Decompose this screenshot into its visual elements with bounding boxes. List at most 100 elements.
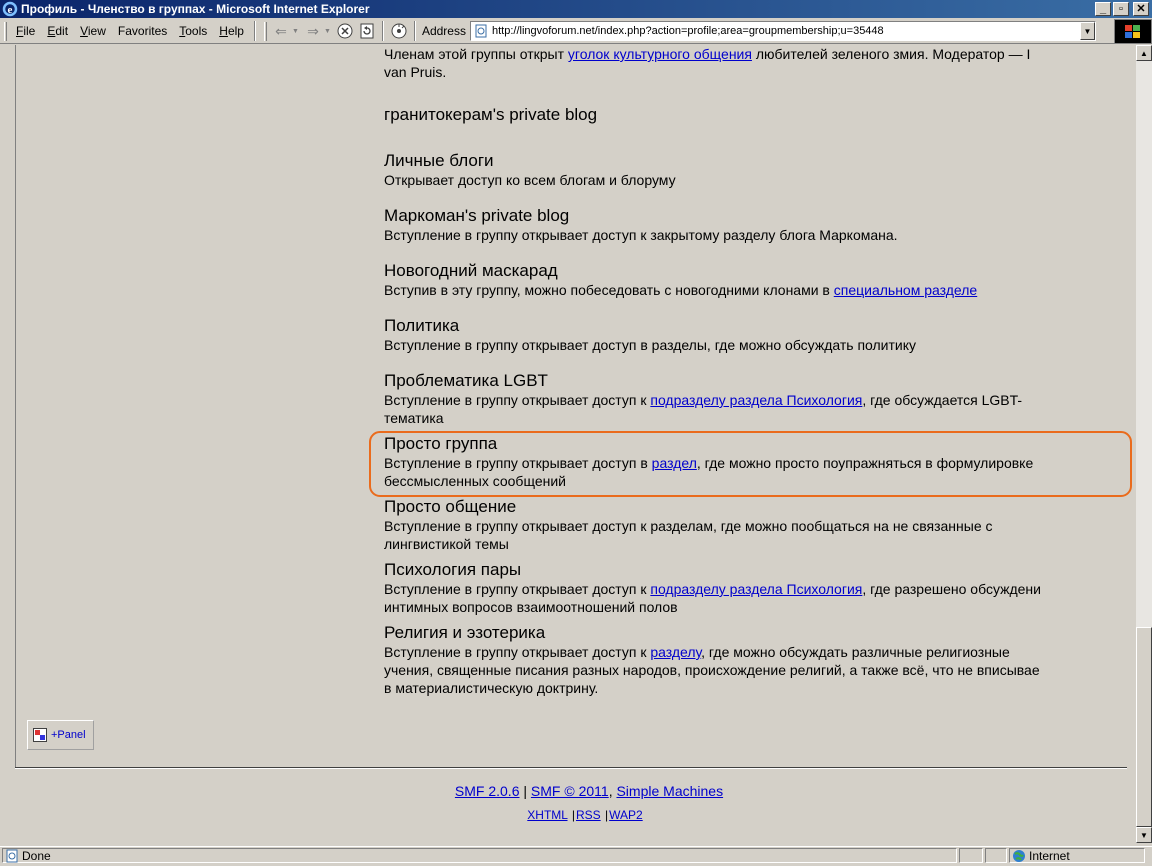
globe-icon <box>1012 849 1026 863</box>
list-item: Личные блоги Открывает доступ ко всем бл… <box>384 151 1136 189</box>
footer-credits: SMF 2.0.6 | SMF © 2011, Simple Machines <box>0 783 1136 799</box>
group-description: Членам этой группы открыт уголок культур… <box>384 46 1031 62</box>
svg-text:e: e <box>8 4 13 16</box>
windows-logo-icon <box>1114 19 1152 44</box>
address-dropdown-icon[interactable]: ▼ <box>1079 22 1095 40</box>
menu-edit[interactable]: Edit <box>41 24 74 38</box>
footer-format-links: XHTML |RSS |WAP2 <box>0 808 1136 822</box>
maximize-button[interactable]: ▫ <box>1113 2 1129 16</box>
group-description: Вступление в группу открывает доступ к р… <box>384 518 993 534</box>
group-description: Вступление в группу открывает доступ к п… <box>384 392 1023 408</box>
toolbar-grip[interactable] <box>263 21 267 41</box>
scrollbar-thumb[interactable] <box>1136 627 1152 827</box>
status-bar: Done Internet <box>0 846 1152 864</box>
list-item: Психология пары Вступление в группу откр… <box>384 560 1136 616</box>
panel-button[interactable]: +Panel <box>27 720 94 750</box>
group-description-line3: в материалистическую доктрину. <box>384 680 599 696</box>
minimize-button[interactable]: _ <box>1095 2 1111 16</box>
window-title: Профиль - Членство в группах - Microsoft… <box>21 2 370 16</box>
group-description: Вступив в эту группу, можно побеседовать… <box>384 282 978 298</box>
toolbar-separator <box>381 21 384 41</box>
psychology-subsection-link[interactable]: подразделу раздела Психология <box>650 392 862 408</box>
group-description: Вступление в группу открывает доступ к з… <box>384 227 898 243</box>
group-description-line2: интимных вопросов взаимоотношений полов <box>384 599 678 615</box>
group-description: Вступление в группу открывает доступ к р… <box>384 644 1010 660</box>
close-window-button[interactable]: ✕ <box>1133 2 1149 16</box>
toolbar-grip[interactable] <box>4 21 7 41</box>
group-name: Личные блоги <box>384 151 494 170</box>
internet-explorer-icon: e <box>2 1 18 17</box>
stop-icon[interactable] <box>334 21 356 41</box>
footer-bar: | <box>605 808 609 822</box>
menu-tools[interactable]: Tools <box>173 24 213 38</box>
status-cell <box>959 848 983 863</box>
psychology-subsection-link[interactable]: подразделу раздела Психология <box>650 581 862 597</box>
smf-version-link[interactable]: SMF 2.0.6 <box>455 783 520 799</box>
refresh-icon[interactable] <box>356 21 378 41</box>
religion-section-link[interactable]: разделу <box>650 644 701 660</box>
group-name: Просто общение <box>384 497 517 516</box>
group-description: Вступление в группу открывает доступ в р… <box>384 337 917 353</box>
page-viewport: Членам этой группы открыт уголок культур… <box>0 45 1136 843</box>
scroll-up-arrow-icon[interactable]: ▲ <box>1136 45 1152 61</box>
group-description-line2: учения, священные писания разных народов… <box>384 662 1040 678</box>
zone-text: Internet <box>1029 848 1070 863</box>
forward-arrow-icon[interactable]: ⇒ <box>302 21 324 41</box>
status-cell <box>985 848 1007 863</box>
list-item: Религия и эзотерика Вступление в группу … <box>384 623 1136 697</box>
footer-bar: | <box>571 808 575 822</box>
highlight-annotation <box>369 431 1132 497</box>
smf-copyright-link[interactable]: SMF © 2011 <box>531 783 609 799</box>
status-text-cell: Done <box>2 848 957 863</box>
wap2-link[interactable]: WAP2 <box>609 808 643 822</box>
footer-separator: | <box>523 783 528 799</box>
group-name: Маркоман's private blog <box>384 206 570 225</box>
forward-dropdown-icon[interactable]: ▼ <box>324 28 334 35</box>
xhtml-link[interactable]: XHTML <box>527 808 567 822</box>
rss-link[interactable]: RSS <box>576 808 601 822</box>
menu-help[interactable]: Help <box>213 24 250 38</box>
browser-toolbar: File Edit View Favorites Tools Help ⇐ ▼ … <box>0 19 1152 44</box>
status-text: Done <box>22 848 51 863</box>
vertical-scrollbar[interactable]: ▲ ▼ <box>1136 45 1152 843</box>
list-item: Просто общение Вступление в группу откры… <box>384 497 1136 553</box>
address-input[interactable] <box>491 25 1080 37</box>
address-label: Address <box>421 24 466 38</box>
group-name: Психология пары <box>384 560 522 579</box>
list-item: Политика Вступление в группу открывает д… <box>384 316 1136 354</box>
simple-machines-link[interactable]: Simple Machines <box>616 783 723 799</box>
page-done-icon <box>5 849 19 863</box>
special-section-link[interactable]: специальном разделе <box>834 282 977 298</box>
back-dropdown-icon[interactable]: ▼ <box>292 28 302 35</box>
menu-view[interactable]: View <box>74 24 112 38</box>
group-name: Проблематика LGBT <box>384 371 548 390</box>
panel-label: +Panel <box>51 729 86 741</box>
group-description: Вступление в группу открывает доступ к п… <box>384 581 1041 597</box>
group-name: Политика <box>384 316 460 335</box>
panel-icon <box>33 728 47 742</box>
zone-cell: Internet <box>1009 848 1145 863</box>
group-description-line2: тематика <box>384 410 444 426</box>
list-item: Проблематика LGBT Вступление в группу от… <box>384 371 1136 427</box>
group-description: Открывает доступ ко всем блогам и блорум… <box>384 172 676 188</box>
group-name: гранитокерам's private blog <box>384 105 598 124</box>
scroll-down-arrow-icon[interactable]: ▼ <box>1136 827 1152 843</box>
back-arrow-icon[interactable]: ⇐ <box>270 21 292 41</box>
menu-favorites[interactable]: Favorites <box>112 24 173 38</box>
group-name: Религия и эзотерика <box>384 623 546 642</box>
list-item: Новогодний маскарад Вступив в эту группу… <box>384 261 1136 299</box>
group-description-line2: лингвистикой темы <box>384 536 509 552</box>
address-bar[interactable]: ▼ <box>469 21 1096 41</box>
footer-divider <box>15 767 1127 769</box>
page-frame-border <box>15 45 16 769</box>
media-icon[interactable] <box>388 21 410 41</box>
footer-comma: , <box>608 783 613 799</box>
group-name: Новогодний маскарад <box>384 261 558 280</box>
toolbar-separator <box>413 21 416 41</box>
list-item: гранитокерам's private blog <box>384 105 1136 125</box>
group-description-line2: van Pruis. <box>384 64 447 80</box>
menu-file[interactable]: File <box>10 24 41 38</box>
window-title-bar: e Профиль - Членство в группах - Microso… <box>0 0 1152 18</box>
culture-corner-link[interactable]: уголок культурного общения <box>568 46 752 62</box>
list-item: Маркоман's private blog Вступление в гру… <box>384 206 1136 244</box>
